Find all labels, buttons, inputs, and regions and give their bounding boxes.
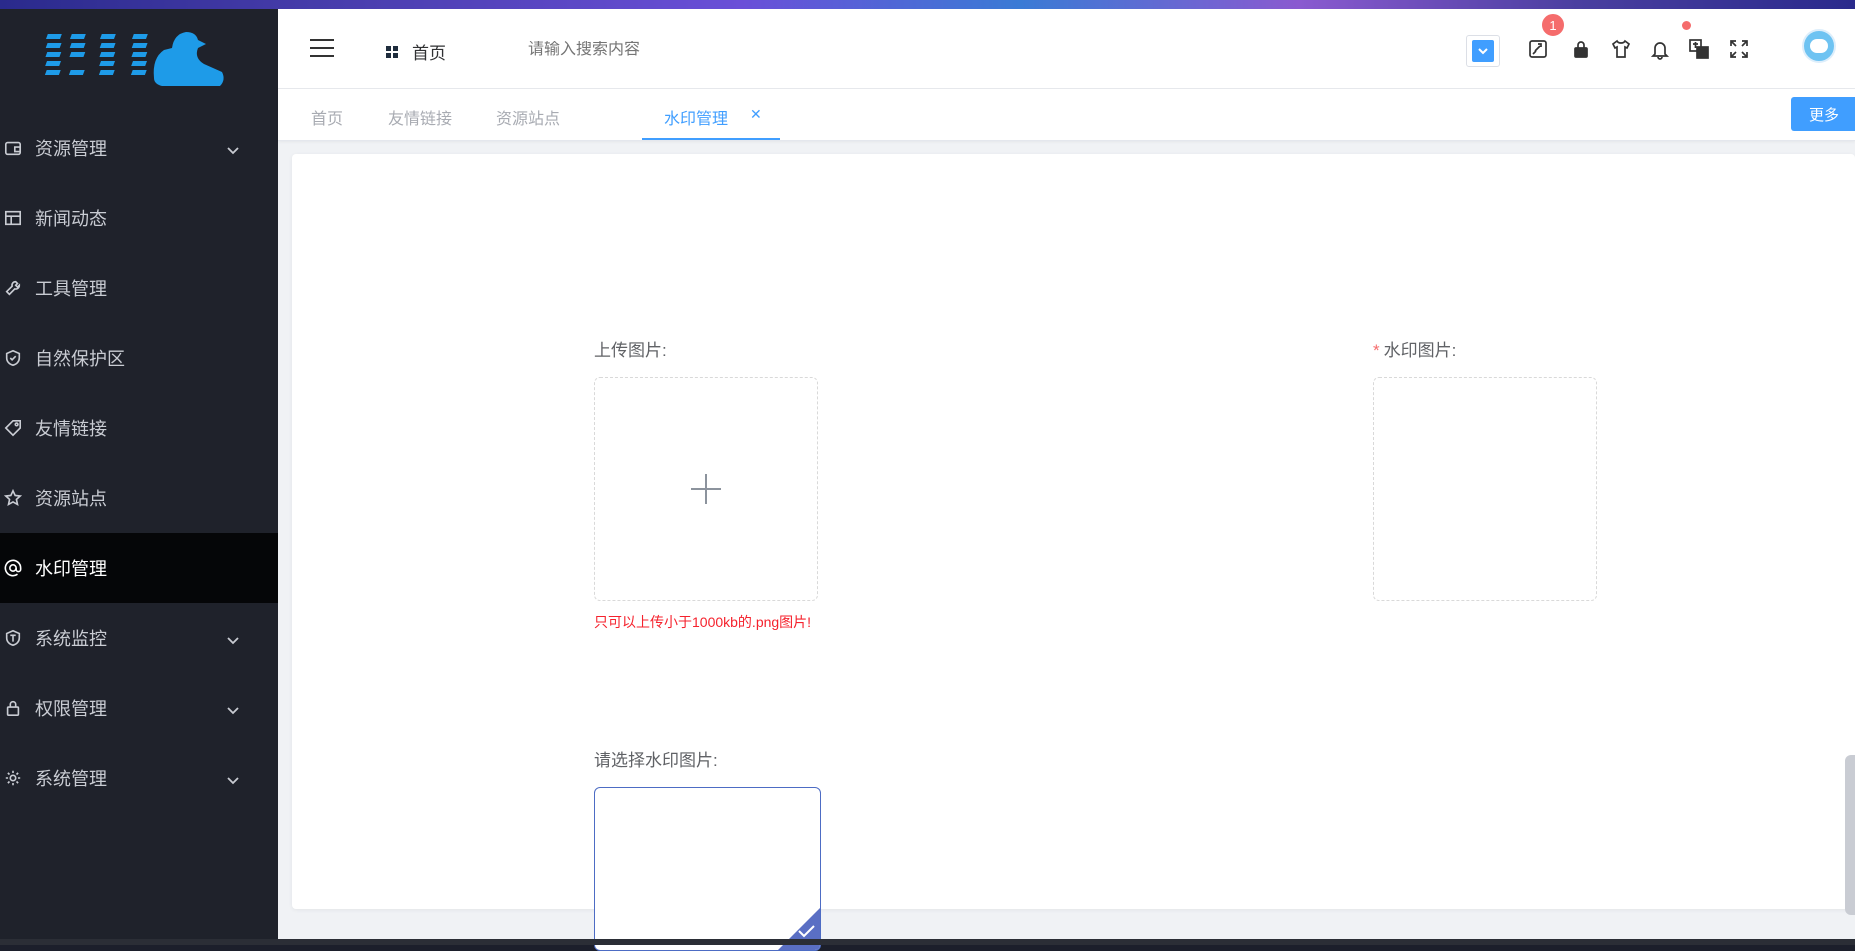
upload-image-label: 上传图片:: [594, 341, 667, 360]
chevron-down-icon: [226, 701, 240, 722]
gear-icon: [3, 768, 23, 788]
logo: [0, 9, 278, 113]
top-header: 首页 1: [278, 9, 1855, 89]
required-asterisk: *: [1373, 341, 1380, 360]
more-button[interactable]: 更多: [1791, 97, 1855, 131]
sidebar-item-label: 自然保护区: [35, 349, 125, 369]
tabs-bar: 首页 友情链接 资源站点 水印管理 ✕ 更多: [278, 89, 1855, 141]
bottom-bar: [0, 939, 1855, 945]
notification-count-badge: 1: [1541, 13, 1565, 37]
sidebar-item-permissions[interactable]: 权限管理: [0, 673, 278, 743]
sidebar-item-nature-reserve[interactable]: 自然保护区: [0, 323, 278, 393]
translate-icon[interactable]: [1687, 37, 1711, 61]
sidebar: 资源管理 新闻动态 工具管理 自然保护区 友情链接 资源站点 水印管理 系统监控…: [0, 9, 278, 939]
image-uploader[interactable]: [594, 377, 818, 601]
avatar[interactable]: [1802, 29, 1836, 63]
sidebar-item-friend-links[interactable]: 友情链接: [0, 393, 278, 463]
search-input[interactable]: [528, 41, 828, 59]
sidebar-item-label: 权限管理: [35, 699, 107, 719]
choose-watermark-label: 请选择水印图片:: [594, 751, 718, 770]
top-gradient-strip: [0, 0, 1855, 9]
chevron-down-icon: [1472, 40, 1494, 62]
star-icon: [3, 488, 23, 508]
grid-icon: [386, 45, 398, 58]
watermark-image-label-text: 水印图片:: [1383, 341, 1457, 360]
sidebar-item-label: 系统管理: [35, 769, 107, 789]
tab-watermark[interactable]: 水印管理: [664, 105, 728, 129]
bell-icon[interactable]: [1648, 37, 1672, 61]
tab-resource-sites[interactable]: 资源站点: [496, 105, 560, 129]
notification-dot: [1682, 21, 1691, 30]
fullscreen-icon[interactable]: [1727, 37, 1751, 61]
lock-icon: [3, 698, 23, 718]
sidebar-item-watermark[interactable]: 水印管理: [0, 533, 278, 603]
chevron-down-icon: [226, 771, 240, 792]
watermark-image-preview: [1373, 377, 1597, 601]
upload-hint: 只可以上传小于1000kb的.png图片!: [594, 614, 812, 630]
lock-icon[interactable]: [1569, 37, 1593, 61]
menu-toggle-icon[interactable]: [310, 39, 334, 59]
active-tab-indicator: [642, 138, 780, 140]
close-icon[interactable]: ✕: [750, 106, 762, 123]
sidebar-item-tools[interactable]: 工具管理: [0, 253, 278, 323]
sidebar-item-resource-sites[interactable]: 资源站点: [0, 463, 278, 533]
tools-icon[interactable]: [1526, 37, 1550, 61]
sidebar-item-resource[interactable]: 资源管理: [0, 113, 278, 183]
home-link[interactable]: 首页: [386, 39, 446, 64]
watermark-option-card[interactable]: [594, 787, 821, 951]
sidebar-item-news[interactable]: 新闻动态: [0, 183, 278, 253]
watermark-form-card: 上传图片: 只可以上传小于1000kb的.png图片! * 水印图片: 请选择水印…: [292, 154, 1855, 951]
floating-side-toolbar[interactable]: [1845, 755, 1855, 915]
sidebar-item-label: 新闻动态: [35, 209, 107, 229]
sidebar-item-label: 资源管理: [35, 139, 107, 159]
at-icon: [3, 558, 23, 578]
sidebar-item-label: 资源站点: [35, 489, 107, 509]
sidebar-item-label: 水印管理: [35, 559, 107, 579]
sidebar-item-system[interactable]: 系统管理: [0, 743, 278, 813]
shield-t-icon: [3, 628, 23, 648]
shield-check-icon: [3, 348, 23, 368]
layout-select[interactable]: [1466, 35, 1500, 67]
wrench-icon: [3, 278, 23, 298]
home-link-label: 首页: [412, 44, 446, 63]
plus-icon: [691, 474, 721, 504]
sidebar-item-label: 工具管理: [35, 279, 107, 299]
theme-shirt-icon[interactable]: [1609, 37, 1633, 61]
tab-friend-links[interactable]: 友情链接: [388, 105, 452, 129]
tab-home[interactable]: 首页: [311, 105, 343, 129]
watermark-image-label: * 水印图片:: [1373, 336, 1456, 361]
chevron-down-icon: [226, 141, 240, 162]
tag-icon: [3, 418, 23, 438]
main-area: 首页 1 首页 友情链接 资源站点 水印管理 ✕: [278, 9, 1855, 951]
sidebar-item-label: 系统监控: [35, 629, 107, 649]
table-icon: [3, 208, 23, 228]
sidebar-item-monitor[interactable]: 系统监控: [0, 603, 278, 673]
sidebar-item-label: 友情链接: [35, 419, 107, 439]
wallet-icon: [3, 138, 23, 158]
chevron-down-icon: [226, 631, 240, 652]
